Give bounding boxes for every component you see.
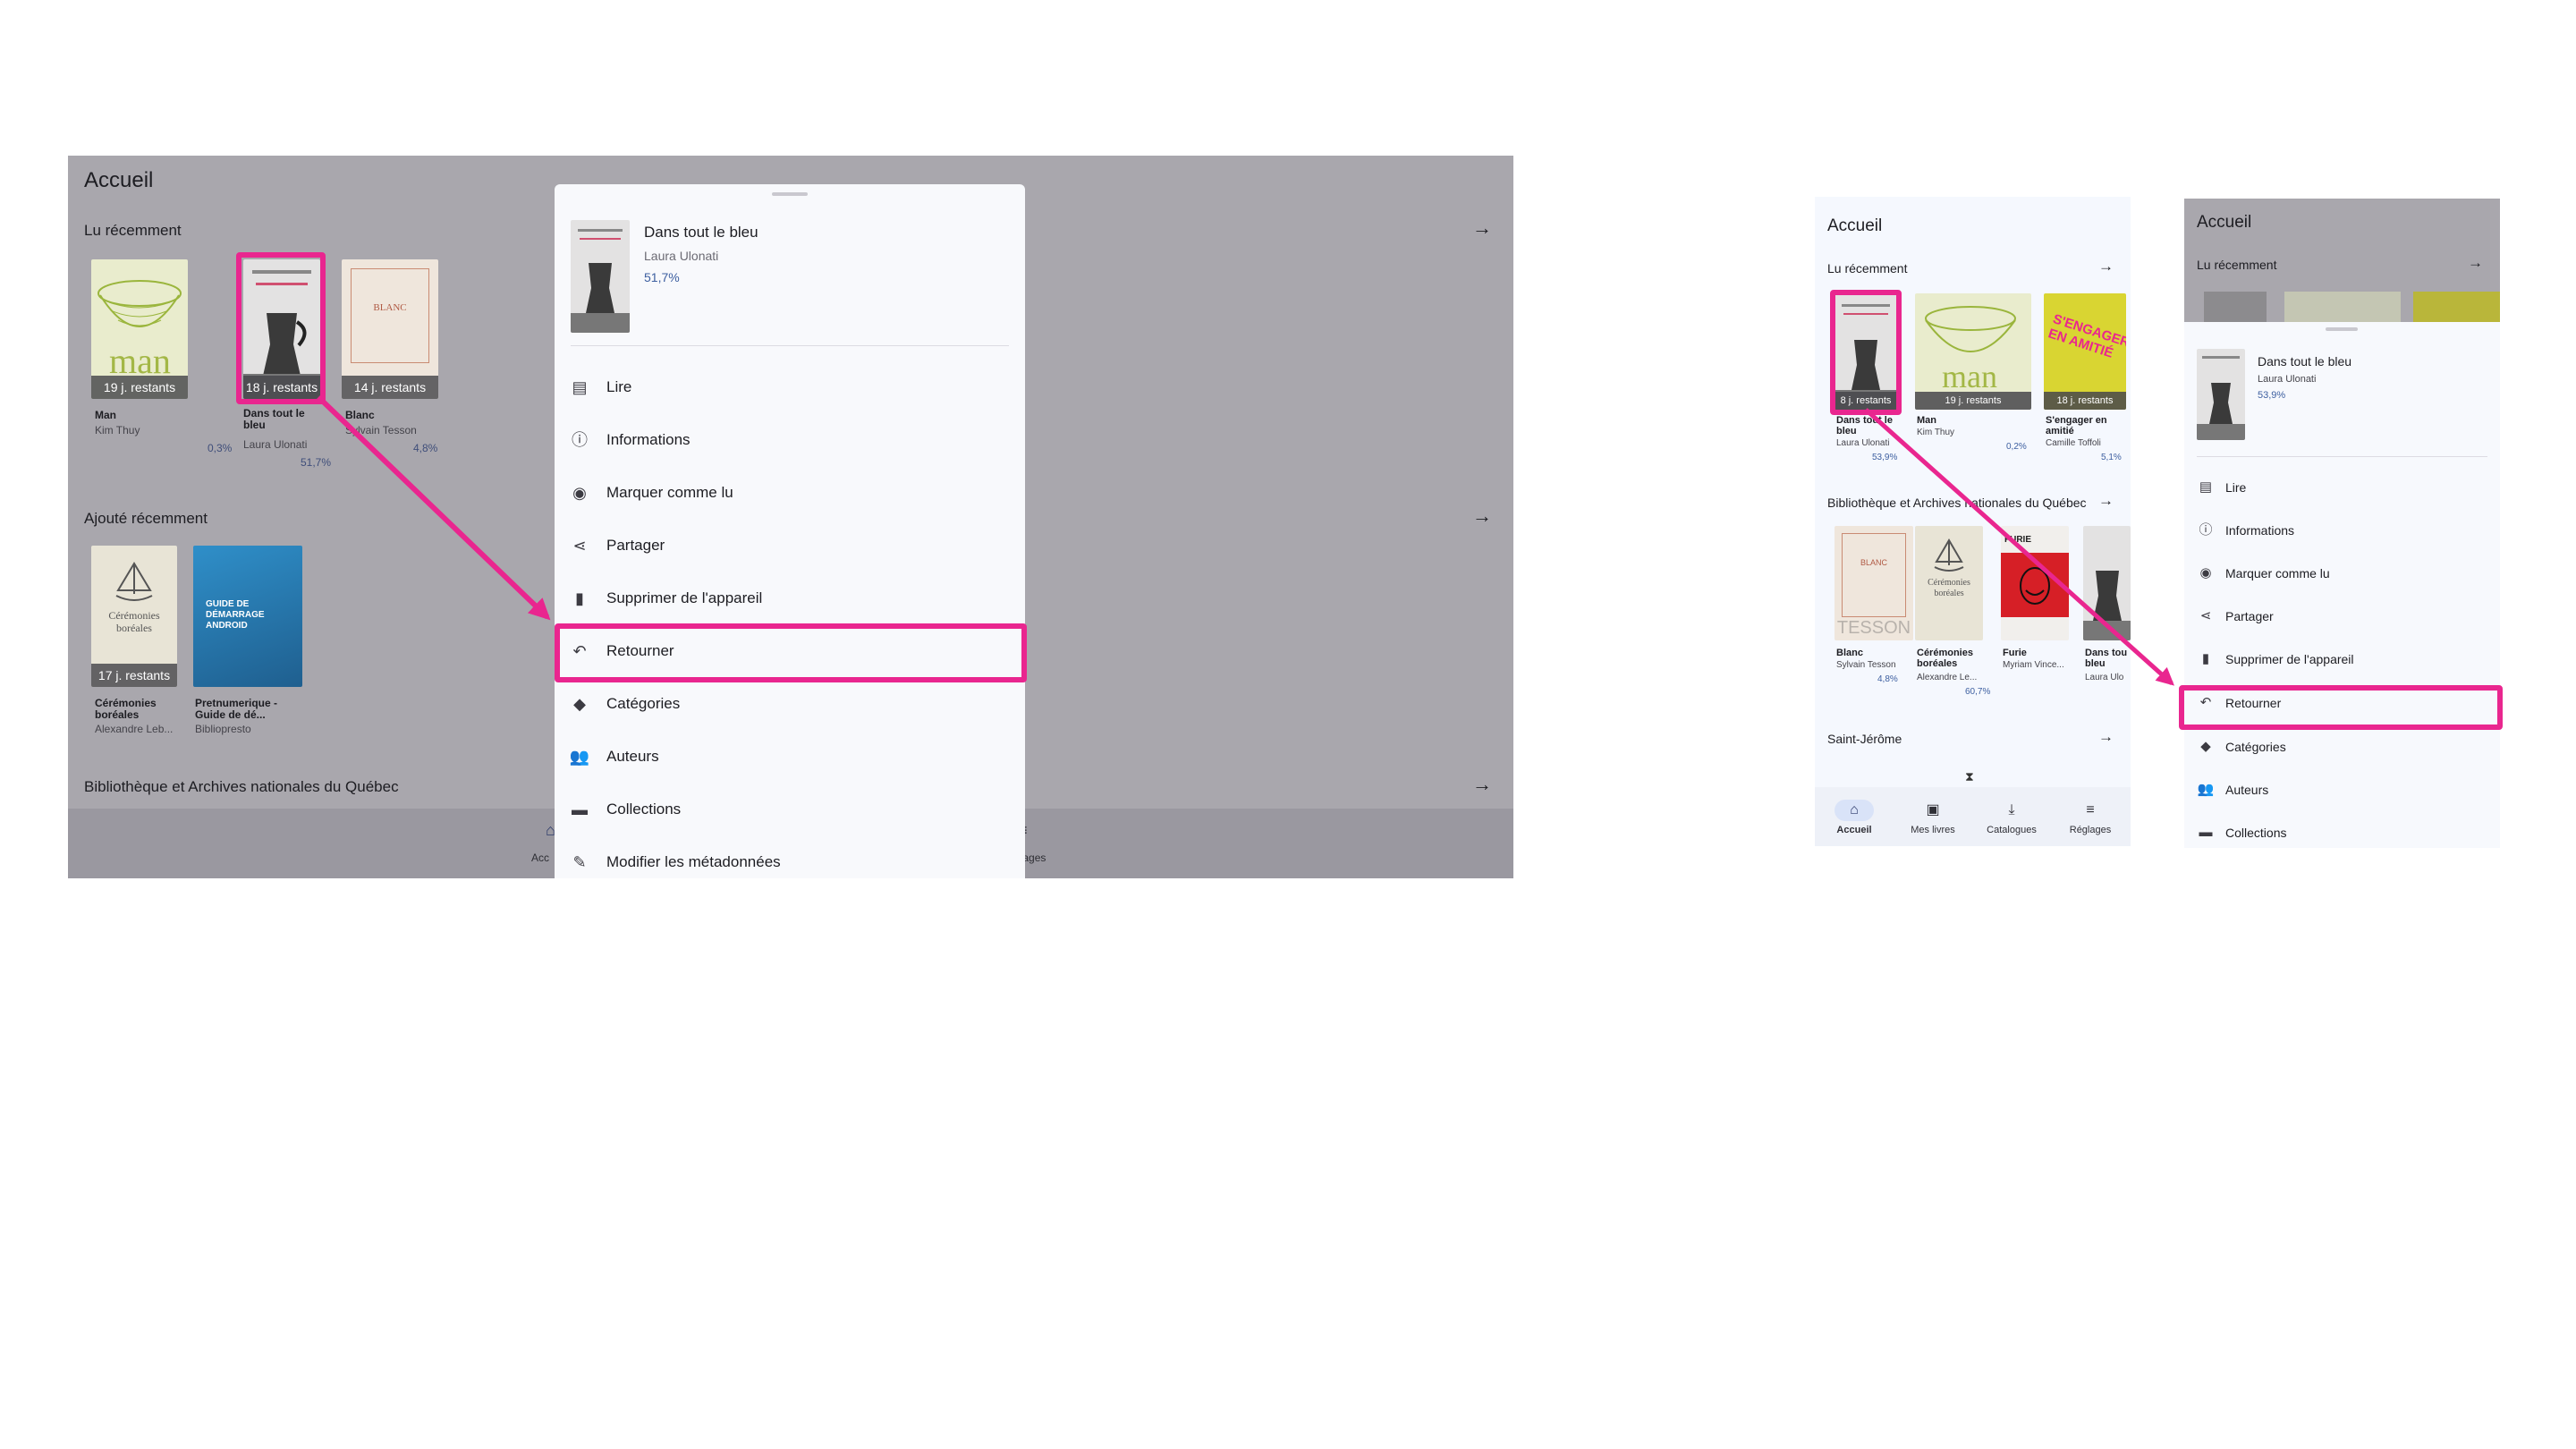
arrow-to-retourner — [1864, 408, 2174, 686]
arrow-to-retourner — [316, 394, 551, 621]
tutorial-screenshot: Accueil Lu récemment → man 19 j. restant… — [0, 0, 2576, 1449]
tutorial-arrows — [316, 394, 2174, 686]
